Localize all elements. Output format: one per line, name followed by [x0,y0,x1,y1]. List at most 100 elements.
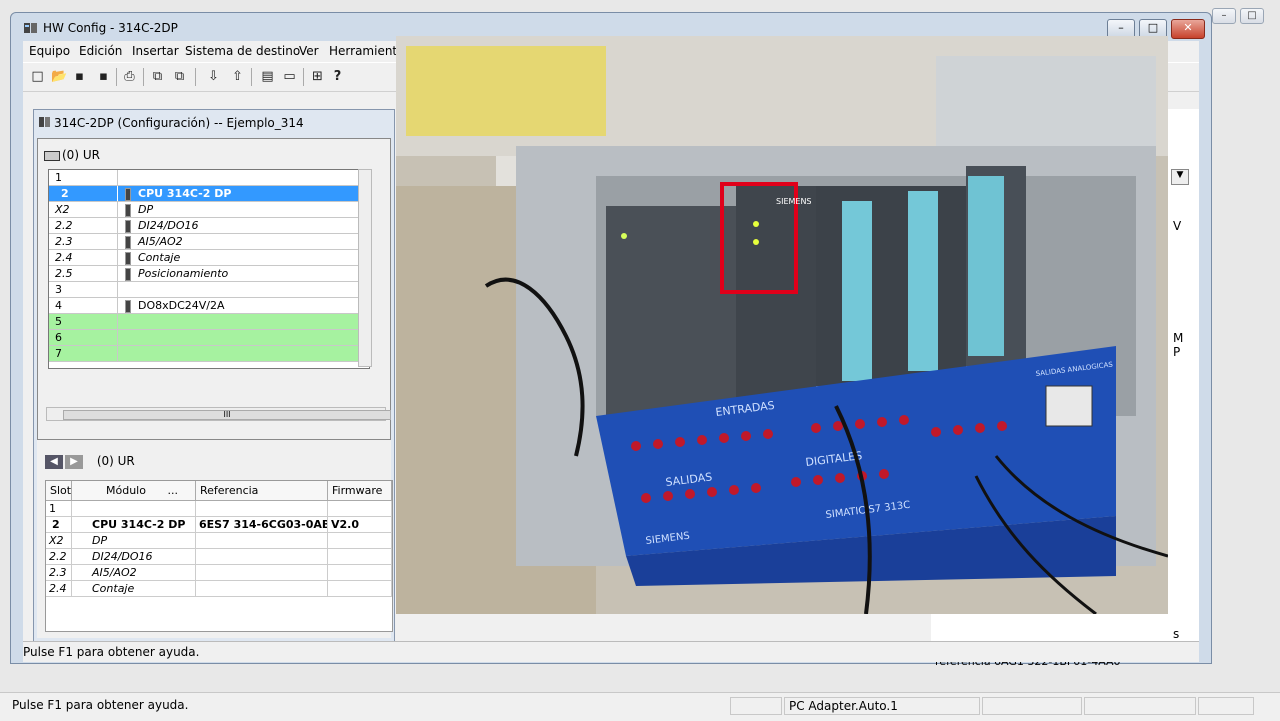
rack-module-cell: DI24/DO16 [117,218,347,233]
view-icon[interactable]: ▭ [281,68,298,85]
rack-row[interactable]: 2.3 AI5/AO2 [49,234,369,250]
table-row[interactable]: X2 DP [46,533,392,549]
table-row[interactable]: 2 CPU 314C-2 DP 6ES7 314-6CG03-0AB0 V2.0 [46,517,392,533]
catalog-dropdown-button[interactable]: ▼ [1171,169,1189,185]
menu-insertar[interactable]: Insertar [132,44,179,58]
menu-herramientas[interactable]: Herramienta [329,44,405,58]
back-arrow-icon[interactable]: ◀ [45,454,63,469]
rack-row-selected[interactable]: 2 CPU 314C-2 DP [49,186,369,202]
scrollbar-thumb[interactable]: III [63,410,391,420]
rack-icon [44,151,60,161]
rack-slot: 7 [55,347,62,360]
rack-module-cell: DO8xDC24V/2A [117,298,347,313]
menu-equipo[interactable]: Equipo [29,44,70,58]
cell-module: CPU 314C-2 DP [72,517,196,533]
catalog-label-v: V [1173,219,1182,233]
detail-rack-label: (0) UR [96,454,135,468]
header-slot[interactable]: Slot [46,481,72,501]
rack-slot: 6 [55,331,62,344]
cell-slot: 2 [46,517,72,533]
rack-row[interactable]: 1 [49,170,369,186]
outer-window-controls: – □ [1210,8,1280,28]
cell-reference [196,565,328,581]
help-icon[interactable]: ? [329,68,346,85]
rack-row[interactable]: 2.4 Contaje [49,250,369,266]
cell-module: DI24/DO16 [72,549,196,565]
rack-vertical-scrollbar[interactable] [358,169,372,367]
menu-ver[interactable]: Ver [299,44,319,58]
toolbar-separator [116,68,117,86]
outer-status-cell [982,697,1082,715]
header-modulo[interactable]: Módulo ... [72,481,196,501]
rack-module-cell [117,330,347,345]
submodule-icon [125,268,131,281]
rack-row[interactable]: 4 DO8xDC24V/2A [49,298,369,314]
table-row[interactable]: 2.2 DI24/DO16 [46,549,392,565]
open-icon[interactable]: 📂 [51,68,68,85]
cell-reference [196,549,328,565]
detail-table[interactable]: Slot Módulo ... Referencia Firmware 1 2 [45,480,393,632]
rack-module: Contaje [138,251,181,264]
header-referencia[interactable]: Referencia [196,481,328,501]
table-row[interactable]: 2.4 Contaje [46,581,392,597]
rack-row-empty[interactable]: 7 [49,346,369,362]
save-compile-icon[interactable]: ▪ [95,68,112,85]
header-firmware[interactable]: Firmware [328,481,392,501]
status-bar: Pulse F1 para obtener ayuda. [23,641,1199,662]
cell-module: DP [72,533,196,549]
table-row[interactable]: 2.3 AI5/AO2 [46,565,392,581]
submodule-icon [125,252,131,265]
rack-module-cell [117,314,347,329]
paste-icon[interactable]: ⧉ [171,68,188,85]
catalog-icon[interactable]: ▤ [259,68,276,85]
table-row[interactable]: 1 [46,501,392,517]
rack-slot: 3 [55,283,62,296]
outer-status-adapter: PC Adapter.Auto.1 [784,697,980,715]
outer-maximize-button[interactable]: □ [1240,8,1264,24]
cell-firmware [328,549,392,565]
module-brand-text: SIEMENS [776,197,812,206]
cell-slot: 2.4 [46,581,72,597]
cell-module: AI5/AO2 [72,565,196,581]
rack-row-empty[interactable]: 6 [49,330,369,346]
network-icon[interactable]: ⊞ [309,68,326,85]
upload-icon[interactable]: ⇧ [229,68,246,85]
cell-firmware [328,501,392,517]
forward-arrow-icon[interactable]: ▶ [65,454,83,469]
rack-row[interactable]: 3 [49,282,369,298]
toolbar-separator [143,68,144,86]
rack-module-cell: Posicionamiento [117,266,347,281]
header-modulo-label: Módulo [106,484,146,497]
window-title: HW Config - 314C-2DP [43,21,178,35]
configuration-icon [39,117,50,127]
catalog-label-m: M [1173,331,1184,345]
rack-table[interactable]: 1 2 CPU 314C-2 DP X2 DP 2.2 DI24/DO16 2.… [48,169,370,369]
rack-module-cell [117,346,347,361]
cell-reference [196,533,328,549]
new-icon[interactable]: □ [29,68,46,85]
rack-module: AI5/AO2 [138,235,183,248]
menu-sistema-destino[interactable]: Sistema de destino [185,44,300,58]
rack-row[interactable]: X2 DP [49,202,369,218]
rack-row-empty[interactable]: 5 [49,314,369,330]
cell-reference [196,501,328,517]
rack-module-cell: Contaje [117,250,347,265]
cell-slot: 2.2 [46,549,72,565]
status-text: Pulse F1 para obtener ayuda. [23,645,200,659]
rack-module: Posicionamiento [138,267,229,280]
cell-firmware [328,581,392,597]
rack-slot: 2.2 [55,219,73,232]
do-module-icon [125,300,131,313]
copy-icon[interactable]: ⧉ [149,68,166,85]
save-icon[interactable]: ▪ [71,68,88,85]
rack-row[interactable]: 2.2 DI24/DO16 [49,218,369,234]
submodule-icon [125,220,131,233]
download-icon[interactable]: ⇩ [205,68,222,85]
rack-horizontal-scrollbar[interactable]: III [46,407,391,421]
outer-minimize-button[interactable]: – [1212,8,1236,24]
rack-row[interactable]: 2.5 Posicionamiento [49,266,369,282]
print-icon[interactable]: ⎙ [121,68,138,85]
menu-edicion[interactable]: Edición [79,44,122,58]
close-button[interactable]: ✕ [1171,19,1205,39]
catalog-label-s: s [1173,627,1180,641]
